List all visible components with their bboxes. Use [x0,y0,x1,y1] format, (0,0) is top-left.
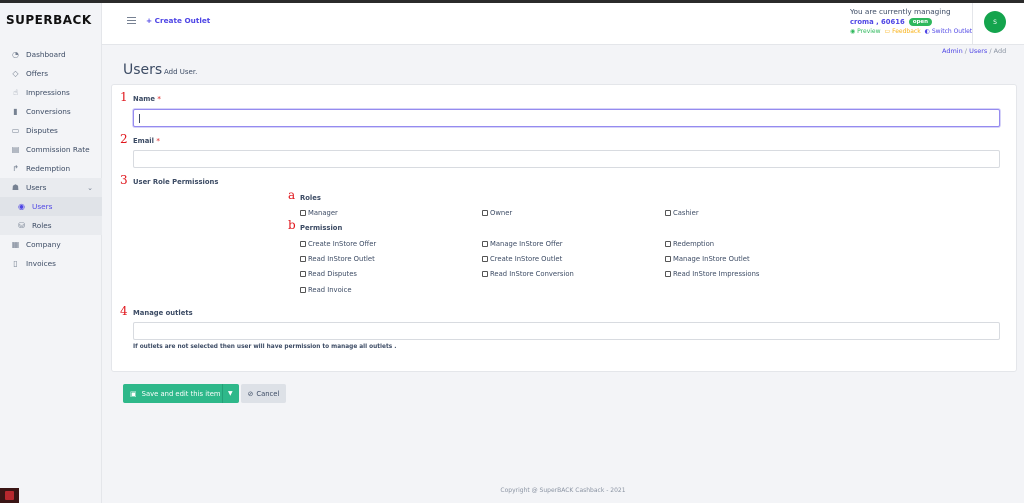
outlets-help-text: If outlets are not selected then user wi… [133,344,397,350]
bar-chart-icon: ▮ [13,107,18,116]
brand-logo[interactable]: SUPERBACK [6,13,92,27]
name-input[interactable] [133,109,1000,127]
message-icon: ▭ [884,28,893,35]
button-divider [222,384,223,403]
role-cashier-checkbox[interactable]: Cashier [665,209,699,217]
sidebar-item-disputes[interactable]: ▭ Disputes [0,121,102,140]
card-icon: ▤ [11,145,20,154]
annotation-marker-a: a [288,188,296,202]
sidebar: SUPERBACK ◔ Dashboard ◇ Offers ☝ Impression… [0,3,102,503]
cancel-button[interactable]: ⊘ Cancel [241,384,286,403]
email-label: Email * [133,137,160,145]
create-outlet-link[interactable]: + Create Outlet [146,16,210,25]
annotation-marker-4: 4 [120,304,128,318]
cancel-icon: ⊘ [247,389,254,398]
manage-outlets-select[interactable] [133,322,1000,340]
sidebar-item-impressions[interactable]: ☝ Impressions [0,83,102,102]
text-cursor [139,114,140,123]
sidebar-item-invoices[interactable]: ▯ Invoices [0,254,102,273]
hamburger-icon[interactable] [127,17,136,24]
breadcrumb-users[interactable]: Users [969,47,987,55]
annotation-marker-b: b [288,218,296,232]
email-input[interactable] [133,150,1000,168]
perm-read-instore-conversion-checkbox[interactable]: Read InStore Conversion [482,270,574,278]
sidebar-item-offers[interactable]: ◇ Offers [0,64,102,83]
feedback-link[interactable]: ▭ Feedback [885,28,921,35]
monitor-icon: ▭ [11,126,20,135]
perm-manage-instore-outlet-checkbox[interactable]: Manage InStore Outlet [665,255,750,263]
sidebar-item-conversions[interactable]: ▮ Conversions [0,102,102,121]
sidebar-item-redemption[interactable]: ↱ Redemption [0,159,102,178]
perm-manage-instore-offer-checkbox[interactable]: Manage InStore Offer [482,240,563,248]
pointer-icon: ☝ [13,88,18,97]
sidebar-item-company[interactable]: ▦ Company [0,235,102,254]
breadcrumb-admin[interactable]: Admin [942,47,963,55]
top-header: + Create Outlet You are currently managi… [102,3,1024,45]
sidebar-item-users[interactable]: ☗ Users ⌄ [0,178,102,197]
save-and-edit-button[interactable]: ▣ Save and edit this item ▼ [123,384,239,403]
perm-create-instore-offer-checkbox[interactable]: Create InStore Offer [300,240,376,248]
users-icon: ☗ [11,183,20,192]
avatar[interactable]: S [984,11,1006,33]
outlet-name[interactable]: croma , 60616 [850,18,905,26]
perm-read-disputes-checkbox[interactable]: Read Disputes [300,270,357,278]
roles-label: Roles [300,194,321,202]
sidebar-item-commission-rate[interactable]: ▤ Commission Rate [0,140,102,159]
perm-read-instore-outlet-checkbox[interactable]: Read InStore Outlet [300,255,375,263]
perm-read-instore-impressions-checkbox[interactable]: Read InStore Impressions [665,270,759,278]
sidebar-nav: ◔ Dashboard ◇ Offers ☝ Impressions ▮ Convers… [0,45,102,273]
status-badge: open [908,18,933,26]
perm-redemption-checkbox[interactable]: Redemption [665,240,714,248]
save-icon: ▣ [130,389,137,398]
annotation-marker-3: 3 [120,173,128,187]
breadcrumb: Admin / Users / Add [942,47,1007,55]
sidebar-subitem-users[interactable]: ◉ Users [0,197,102,216]
chevron-down-icon[interactable]: ▼ [228,390,233,397]
name-label: Name * [133,95,161,103]
share-icon: ↱ [12,164,19,173]
current-outlet: croma , 60616 open [850,18,933,26]
eye-icon: ◉ [18,202,25,211]
page-title: Users [123,62,163,78]
role-manager-checkbox[interactable]: Manager [300,209,338,217]
role-owner-checkbox[interactable]: Owner [482,209,512,217]
manage-outlets-label: Manage outlets [133,309,193,317]
building-icon: ▦ [11,240,20,249]
database-icon: ⛁ [18,221,25,230]
gauge-icon: ◔ [12,50,19,59]
chevron-down-icon: ⌄ [87,183,93,192]
toggle-icon: ◐ [924,28,932,35]
switch-outlet-link[interactable]: ◐ Switch Outlet [925,28,973,35]
breadcrumb-add: Add [993,47,1007,55]
document-icon: ▯ [13,259,18,268]
page-subtitle: Add User. [164,68,198,76]
tag-icon: ◇ [12,69,19,78]
header-divider [972,3,973,45]
perm-create-instore-outlet-checkbox[interactable]: Create InStore Outlet [482,255,562,263]
perm-read-invoice-checkbox[interactable]: Read Invoice [300,286,352,294]
outlet-links: ◉ Preview ▭ Feedback ◐ Switch Outlet [850,28,972,35]
footer-copyright: Copyright @ SuperBACK Cashback - 2021 [500,487,626,494]
sidebar-item-dashboard[interactable]: ◔ Dashboard [0,45,102,64]
annotation-marker-1: 1 [120,90,128,104]
permission-label: Permission [300,224,343,232]
sidebar-subitem-roles[interactable]: ⛁ Roles [0,216,102,235]
managing-text: You are currently managing [850,7,951,16]
preview-link[interactable]: ◉ Preview [850,28,881,35]
annotation-marker-2: 2 [120,132,128,146]
permissions-label: User Role Permissions [133,178,219,186]
